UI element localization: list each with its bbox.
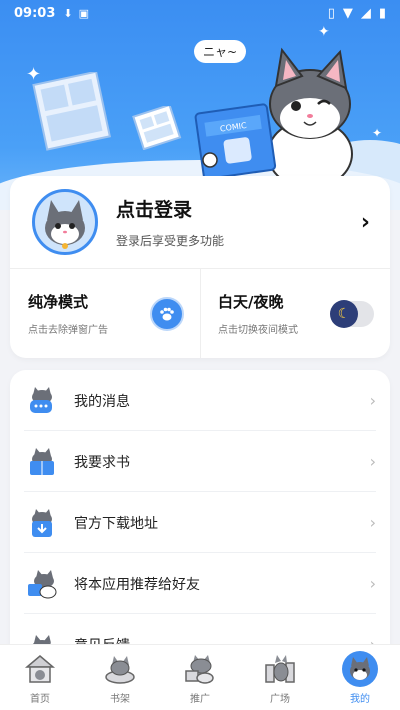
chevron-right-icon: › — [369, 391, 376, 410]
mode-toggles: 纯净模式 点击去除弹窗广告 白天/夜晚 点击切换夜间模式 ☾ — [10, 269, 390, 358]
nav-label: 书架 — [110, 693, 130, 705]
day-night-subtitle: 点击切换夜间模式 — [218, 325, 298, 336]
nav-profile[interactable]: 我的 — [320, 645, 400, 710]
notification-status-icon: ▣ — [78, 6, 90, 20]
night-mode-switch[interactable]: ☾ — [330, 299, 374, 328]
sparkle-icon: ✦ — [372, 126, 383, 140]
cat-avatar-icon — [45, 200, 85, 249]
nav-bookshelf[interactable]: 书架 — [80, 645, 160, 710]
bottom-nav: 首页 书架 推广 广场 我的 — [0, 644, 400, 710]
download-status-icon: ⬇ — [63, 6, 73, 20]
day-night-toggle[interactable]: 白天/夜晚 点击切换夜间模式 ☾ — [200, 269, 390, 358]
day-night-title: 白天/夜晚 — [218, 293, 284, 311]
book-cat-icon — [24, 444, 60, 480]
avatar[interactable] — [32, 189, 98, 255]
menu-label: 官方下载地址 — [74, 515, 158, 532]
download-cat-icon — [24, 505, 60, 541]
home-icon — [22, 651, 58, 687]
moon-icon: ☾ — [330, 299, 358, 328]
paw-icon[interactable] — [150, 296, 184, 331]
login-row[interactable]: 点击登录 登录后享受更多功能 › — [10, 176, 390, 268]
chevron-right-icon: › — [369, 452, 376, 471]
chevron-right-icon[interactable]: › — [361, 210, 370, 235]
profile-card: 点击登录 登录后享受更多功能 › 纯净模式 点击去除弹窗广告 白天/夜晚 点击切… — [10, 176, 390, 358]
nav-plaza[interactable]: 广场 — [240, 645, 320, 710]
chevron-right-icon: › — [369, 574, 376, 593]
signal-icon: ◢ — [360, 5, 371, 21]
pure-mode-title: 纯净模式 — [28, 293, 89, 311]
share-cat-icon — [24, 566, 60, 602]
menu-item-share[interactable]: 将本应用推荐给好友 › — [10, 553, 390, 614]
battery-icon: ▮ — [378, 5, 386, 21]
menu-item-request-book[interactable]: 我要求书 › — [10, 431, 390, 492]
menu-label: 将本应用推荐给好友 — [74, 576, 200, 593]
plaza-icon — [262, 651, 298, 687]
cat-reading-illustration: COMIC — [194, 47, 353, 186]
message-cat-icon — [24, 383, 60, 419]
login-title[interactable]: 点击登录 — [116, 195, 224, 222]
bookshelf-icon — [102, 651, 138, 687]
nav-label: 广场 — [270, 693, 290, 705]
profile-icon — [342, 650, 378, 687]
pure-mode-subtitle: 点击去除弹窗广告 — [28, 325, 108, 336]
wifi-icon: ▼ — [342, 5, 353, 21]
menu-list: 我的消息 › 我要求书 › 官方下载地址 › 将本应用推荐给好友 › — [10, 370, 390, 660]
nav-home[interactable]: 首页 — [0, 645, 80, 710]
menu-label: 我要求书 — [74, 454, 130, 471]
nav-promote[interactable]: 推广 — [160, 645, 240, 710]
comic-pages-illustration — [32, 72, 111, 151]
menu-item-messages[interactable]: 我的消息 › — [10, 370, 390, 431]
nav-label: 我的 — [350, 693, 370, 705]
promote-icon — [182, 651, 218, 687]
sim-icon: ▯ — [327, 5, 335, 21]
nav-label: 推广 — [190, 693, 210, 705]
menu-item-download[interactable]: 官方下载地址 › — [10, 492, 390, 553]
nav-label: 首页 — [30, 693, 50, 705]
status-bar: 09:03 ⬇ ▣ ▯ ▼ ◢ ▮ — [0, 0, 400, 26]
comic-page-illustration — [132, 106, 182, 150]
login-subtitle: 登录后享受更多功能 — [116, 234, 225, 248]
pure-mode-toggle[interactable]: 纯净模式 点击去除弹窗广告 — [10, 269, 200, 358]
menu-label: 我的消息 — [74, 393, 130, 410]
chevron-right-icon: › — [369, 513, 376, 532]
status-time: 09:03 — [14, 5, 56, 21]
